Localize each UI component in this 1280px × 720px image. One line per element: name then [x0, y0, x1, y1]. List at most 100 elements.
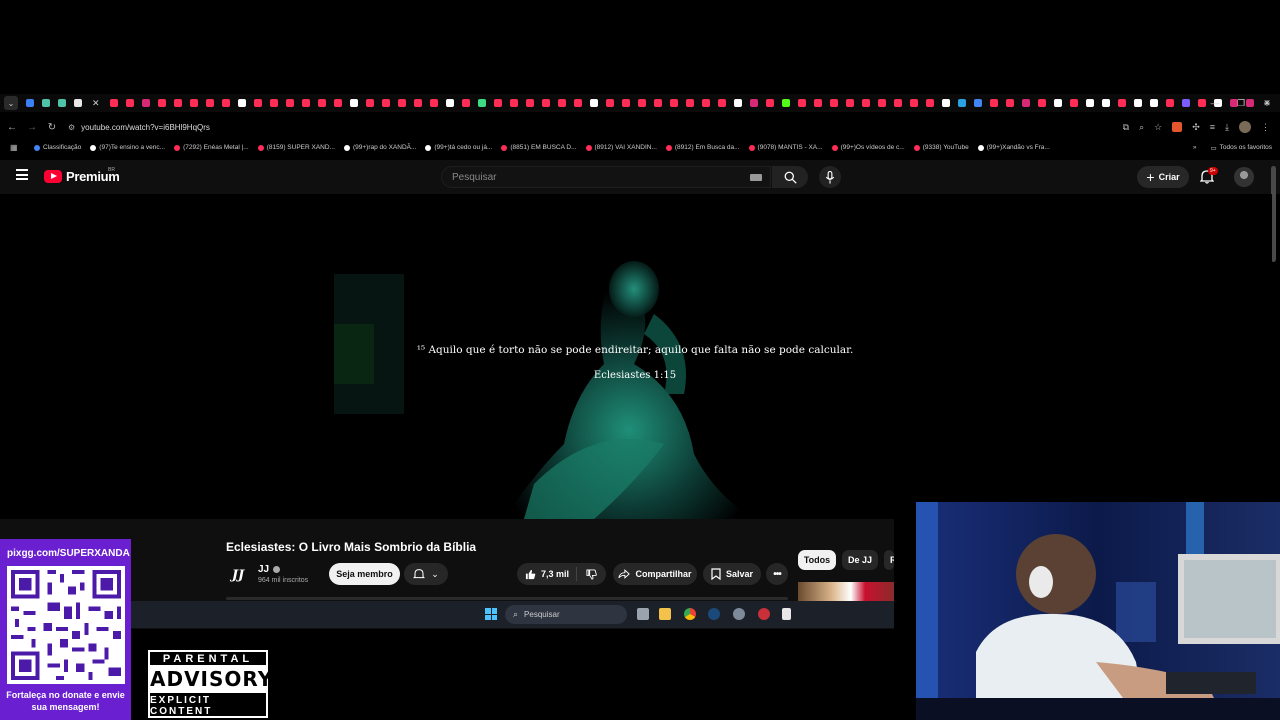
chip-from-channel[interactable]: De JJ	[842, 550, 878, 570]
url-text[interactable]: youtube.com/watch?v=i6BHl9HqQrs	[81, 123, 210, 132]
keyboard-icon[interactable]	[750, 174, 762, 181]
tab-favicon[interactable]	[813, 99, 822, 107]
tab-favicon[interactable]	[157, 99, 166, 107]
zoom-icon[interactable]: ⌕	[1139, 122, 1144, 133]
tab-favicon[interactable]	[429, 99, 438, 107]
chip-related[interactable]: R	[884, 550, 894, 570]
tab-favicon[interactable]	[26, 99, 34, 107]
tab-favicon[interactable]	[413, 99, 422, 107]
install-app-icon[interactable]: ⧉	[1123, 122, 1129, 133]
join-button[interactable]: Seja membro	[329, 563, 400, 585]
tab-favicon[interactable]	[42, 99, 50, 107]
task-view-icon[interactable]	[637, 608, 649, 620]
tab-favicon[interactable]	[397, 99, 406, 107]
tab-favicon[interactable]	[1085, 99, 1094, 107]
tab-favicon[interactable]	[589, 99, 598, 107]
tab-favicon[interactable]	[717, 99, 726, 107]
reload-icon[interactable]: ↻	[42, 122, 62, 133]
windows-start-icon[interactable]	[485, 608, 497, 620]
tab-favicon[interactable]	[173, 99, 182, 107]
tab-favicon[interactable]	[301, 99, 310, 107]
bookmark-item[interactable]: (7292) Enéas Metal |...	[174, 144, 249, 151]
tab-favicon[interactable]	[973, 99, 982, 107]
tab-favicon[interactable]	[781, 99, 790, 107]
downloads-icon[interactable]: ⤓	[1225, 122, 1229, 133]
subscribed-button[interactable]: ⌄	[404, 563, 448, 585]
back-icon[interactable]: ←	[2, 122, 22, 133]
recommended-thumbnail[interactable]	[798, 582, 894, 602]
tab-favicon[interactable]	[74, 99, 82, 107]
tab-favicon[interactable]	[221, 99, 230, 107]
tab-favicon[interactable]	[317, 99, 326, 107]
tab-favicon[interactable]	[381, 99, 390, 107]
tab-favicon[interactable]	[1053, 99, 1062, 107]
tab-favicon[interactable]	[861, 99, 870, 107]
tab-favicon[interactable]	[253, 99, 262, 107]
channel-name-row[interactable]: JJ	[258, 564, 281, 575]
channel-avatar[interactable]: JJ	[226, 563, 250, 587]
site-info-icon[interactable]: ⚙	[68, 123, 75, 132]
bookmark-item[interactable]: Classificação	[34, 144, 81, 151]
bookmark-item[interactable]: (97)Te ensino a venc...	[90, 144, 165, 151]
tab-favicon[interactable]	[621, 99, 630, 107]
tab-favicon[interactable]	[445, 99, 454, 107]
profile-avatar[interactable]	[1239, 121, 1251, 133]
tab-favicon[interactable]	[989, 99, 998, 107]
share-button[interactable]: Compartilhar	[613, 563, 697, 585]
tab-favicon[interactable]	[685, 99, 694, 107]
tab-favicon[interactable]	[1005, 99, 1014, 107]
extension-icon[interactable]	[1172, 122, 1183, 132]
forward-icon[interactable]: →	[22, 122, 42, 133]
tab-favicon[interactable]	[125, 99, 134, 107]
bookmark-item[interactable]: (9078) MANTIS - XA...	[748, 144, 823, 151]
tab-favicon[interactable]	[829, 99, 838, 107]
apps-grid-icon[interactable]: ▦	[10, 143, 22, 152]
tab-favicon[interactable]	[205, 99, 214, 107]
tab-favicon[interactable]	[141, 99, 150, 107]
tab-favicon[interactable]	[285, 99, 294, 107]
restore-icon[interactable]: ❐	[1228, 98, 1254, 109]
video-player[interactable]: ¹⁵ Aquilo que é torto não se pode endire…	[0, 194, 1272, 519]
tab-favicon[interactable]	[557, 99, 566, 107]
tab-favicon[interactable]	[653, 99, 662, 107]
search-input[interactable]	[452, 171, 742, 183]
close-tab-icon[interactable]: ✕	[92, 98, 100, 109]
omnibox[interactable]: ⚙ youtube.com/watch?v=i6BHl9HqQrs	[68, 123, 210, 132]
create-button[interactable]: + Criar	[1137, 166, 1189, 188]
chip-all[interactable]: Todos	[798, 550, 836, 570]
bookmark-item[interactable]: (8912) Em Busca da...	[665, 144, 740, 151]
tab-favicon[interactable]	[605, 99, 614, 107]
tab-favicon[interactable]	[541, 99, 550, 107]
like-button[interactable]: 7,3 mil	[517, 567, 577, 581]
save-button[interactable]: Salvar	[703, 563, 761, 585]
more-actions-button[interactable]: •••	[766, 563, 788, 585]
steam-icon[interactable]	[708, 608, 720, 620]
tab-favicon[interactable]	[957, 99, 966, 107]
all-bookmarks-folder[interactable]: ▭ Todos os favoritos	[1210, 144, 1272, 152]
tab-favicon[interactable]	[365, 99, 374, 107]
bookmark-item[interactable]: (99+)Xandão vs Fra...	[977, 144, 1050, 151]
minimize-icon[interactable]: —	[1202, 98, 1228, 108]
voice-search-button[interactable]	[819, 166, 841, 188]
channel-name[interactable]: JJ	[258, 564, 269, 575]
tab-favicon[interactable]	[733, 99, 742, 107]
tab-favicon[interactable]	[237, 99, 246, 107]
tab-favicon[interactable]	[509, 99, 518, 107]
tab-favicon[interactable]	[941, 99, 950, 107]
account-avatar[interactable]	[1234, 167, 1254, 187]
tab-favicon[interactable]	[493, 99, 502, 107]
bookmark-item[interactable]: (8912) VAI XANDIN...	[585, 144, 657, 151]
tab-favicon[interactable]	[893, 99, 902, 107]
bookmark-item[interactable]: (99+)rap do XANDÃ...	[343, 144, 416, 151]
document-icon[interactable]	[782, 608, 791, 620]
search-button[interactable]	[772, 166, 808, 188]
tab-favicon[interactable]	[525, 99, 534, 107]
tab-favicon[interactable]	[1021, 99, 1030, 107]
bookmark-star-icon[interactable]: ☆	[1154, 122, 1162, 133]
tab-favicon[interactable]	[845, 99, 854, 107]
more-bookmarks-icon[interactable]: »	[1193, 144, 1197, 151]
tab-favicon[interactable]	[477, 99, 486, 107]
tab-favicon[interactable]	[765, 99, 774, 107]
tab-favicon[interactable]	[669, 99, 678, 107]
app-icon[interactable]	[758, 608, 770, 620]
